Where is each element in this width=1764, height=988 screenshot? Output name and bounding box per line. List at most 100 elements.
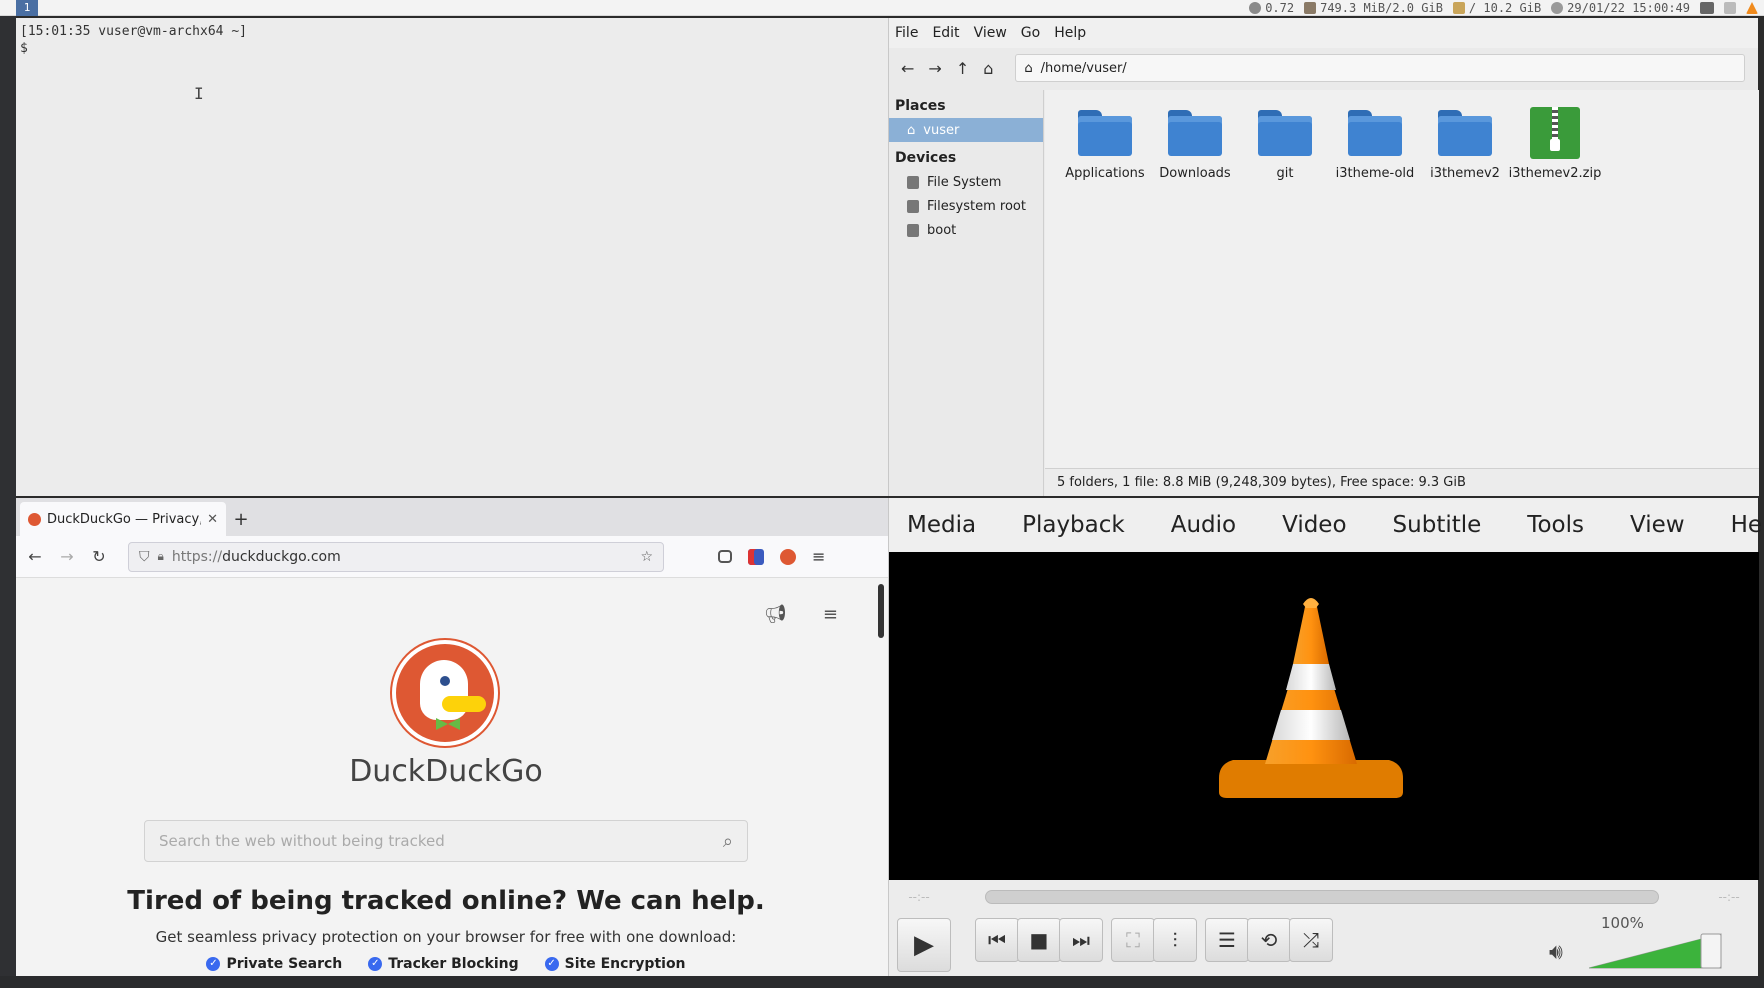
memory-value: 749.3 MiB/2.0 GiB (1320, 1, 1443, 15)
status-items: 0.72 749.3 MiB/2.0 GiB / 10.2 GiB 29/01/… (1249, 0, 1758, 16)
memory-icon (1304, 2, 1317, 14)
file-item-applications[interactable]: Applications (1055, 110, 1155, 181)
file-item-label: Applications (1065, 166, 1145, 181)
megaphone-icon[interactable]: 📢︎ (764, 604, 787, 625)
workspace-indicator[interactable]: 1 (16, 0, 38, 16)
vlc-menu-playback[interactable]: Playback (1022, 512, 1125, 538)
close-tab-icon[interactable]: ✕ (207, 512, 218, 527)
next-button[interactable]: ⏭ (1059, 918, 1103, 962)
terminal-window[interactable]: [15:01:35 vuser@vm-archx64 ~] $ I (16, 18, 888, 496)
url-host: duckduckgo.com (222, 548, 341, 565)
fullscreen-button[interactable]: ⛶ (1111, 918, 1155, 962)
network-icon[interactable] (1724, 2, 1736, 14)
folder-icon (1078, 110, 1132, 156)
video-area[interactable] (889, 552, 1759, 880)
archive-icon (1530, 107, 1580, 159)
fm-menu-go[interactable]: Go (1021, 25, 1040, 41)
file-item-downloads[interactable]: Downloads (1145, 110, 1245, 181)
drive-icon (907, 175, 919, 189)
volume-slider[interactable] (1589, 932, 1725, 972)
stop-button[interactable]: ■ (1017, 918, 1061, 962)
file-item-label: i3themev2.zip (1508, 166, 1602, 181)
file-item-label: git (1276, 166, 1294, 181)
fm-statusbar: 5 folders, 1 file: 8.8 MiB (9,248,309 by… (1045, 468, 1759, 496)
play-button[interactable]: ▶ (897, 918, 951, 972)
sidebar-item-filesystem-root[interactable]: Filesystem root (889, 194, 1043, 218)
vlc-menu-media[interactable]: Media (907, 512, 976, 538)
vlc-menu-tools[interactable]: Tools (1527, 512, 1584, 538)
search-input[interactable]: Search the web without being tracked ⌕ (144, 820, 748, 862)
loop-button[interactable]: ⟲ (1247, 918, 1291, 962)
home-icon: ⌂ (907, 122, 916, 138)
file-item-i3theme-old[interactable]: i3theme-old (1325, 110, 1425, 181)
back-arrow-icon[interactable]: ← (901, 59, 914, 78)
new-tab-button[interactable]: + (226, 502, 256, 536)
extension-icon[interactable] (780, 548, 796, 565)
desktop-gap (0, 16, 16, 978)
fm-menu-file[interactable]: File (895, 25, 918, 41)
pocket-icon[interactable] (718, 550, 732, 563)
search-icon[interactable]: ⌕ (723, 831, 733, 852)
folder-icon (1438, 110, 1492, 156)
shuffle-button[interactable]: ⤮ (1289, 918, 1333, 962)
feature-item: ✓ Site Encryption (544, 952, 686, 976)
vlc-menu-audio[interactable]: Audio (1171, 512, 1236, 538)
browser-window: DuckDuckGo — Privacy, ✕ + ← → ↻ ⛉ 🔒︎ htt… (16, 498, 888, 976)
fm-menu-edit[interactable]: Edit (932, 25, 959, 41)
file-item-i3themev2-zip[interactable]: i3themev2.zip (1505, 107, 1605, 181)
browser-content[interactable]: 📢︎ ≡ DuckDuckGo Search the web without b… (16, 578, 888, 976)
forward-arrow-icon[interactable]: → (928, 59, 941, 78)
sidebar-item-file-system[interactable]: File System (889, 170, 1043, 194)
reload-icon[interactable]: ↻ (90, 547, 108, 566)
vlc-tray-icon[interactable] (1746, 2, 1758, 14)
file-item-git[interactable]: git (1235, 110, 1335, 181)
browser-tab[interactable]: DuckDuckGo — Privacy, ✕ (20, 502, 226, 536)
sidebar-item-vuser[interactable]: ⌂ vuser (889, 118, 1043, 142)
shield-icon[interactable]: ⛉ (139, 549, 150, 565)
page-scrollbar[interactable] (878, 584, 884, 638)
seek-slider[interactable] (985, 890, 1659, 904)
terminal-input[interactable]: $ (20, 41, 884, 58)
fm-menu-view[interactable]: View (974, 25, 1007, 41)
vlc-menu-video[interactable]: Video (1282, 512, 1346, 538)
fm-file-view[interactable]: Applications Downloads git i3theme-old i… (1045, 90, 1759, 468)
devices-heading: Devices (895, 150, 957, 166)
home-icon[interactable]: ⌂ (983, 59, 993, 78)
menu-hamburger-icon[interactable]: ≡ (812, 547, 825, 566)
browser-navbar: ← → ↻ ⛉ 🔒︎ https://duckduckgo.com ☆ ≡ (16, 536, 888, 578)
bookmark-star-icon[interactable]: ☆ (640, 549, 653, 565)
file-manager-window: File Edit View Go Help ← → ↑ ⌂ ⌂ /home/v… (888, 18, 1759, 496)
up-arrow-icon[interactable]: ↑ (956, 59, 969, 78)
vlc-menu-view[interactable]: View (1630, 512, 1685, 538)
fm-sidebar: Places ⌂ vuser Devices File System Files… (889, 90, 1044, 496)
vlc-window: Media Playback Audio Video Subtitle Tool… (888, 498, 1764, 976)
file-item-label: Downloads (1159, 166, 1231, 181)
menu-hamburger-icon[interactable]: ≡ (823, 604, 838, 625)
back-arrow-icon[interactable]: ← (26, 547, 44, 566)
clock-icon (1551, 2, 1564, 14)
monitor-icon[interactable] (1700, 2, 1714, 14)
extension-icon[interactable] (748, 548, 764, 565)
clock-status: 29/01/22 15:00:49 (1551, 1, 1690, 15)
url-bar[interactable]: ⛉ 🔒︎ https://duckduckgo.com ☆ (128, 541, 664, 572)
sidebar-item-boot[interactable]: boot (889, 218, 1043, 242)
vlc-menu-subtitle[interactable]: Subtitle (1393, 512, 1482, 538)
extended-settings-button[interactable]: ⫶ (1153, 918, 1197, 962)
ddg-top-tools: 📢︎ ≡ (764, 604, 838, 625)
fm-menu-help[interactable]: Help (1054, 25, 1086, 41)
playlist-button[interactable]: ☰ (1205, 918, 1249, 962)
forward-arrow-icon[interactable]: → (58, 547, 76, 566)
duckduckgo-favicon-icon (28, 512, 41, 526)
file-item-i3themev2[interactable]: i3themev2 (1415, 110, 1515, 181)
file-item-label: i3themev2 (1430, 166, 1500, 181)
page-headline: Tired of being tracked online? We can he… (127, 886, 765, 916)
sidebar-item-label: Filesystem root (927, 198, 1026, 214)
previous-button[interactable]: ⏮ (975, 918, 1019, 962)
feature-list: ✓ Private Search ✓ Tracker Blocking ✓ Site … (16, 952, 876, 976)
location-bar[interactable]: ⌂ /home/vuser/ (1015, 54, 1746, 82)
checkmark-icon: ✓ (544, 957, 559, 971)
feature-label: Site Encryption (564, 956, 686, 972)
speaker-icon[interactable]: 🔊︎ (1549, 940, 1563, 965)
lock-icon[interactable]: 🔒︎ (158, 549, 164, 564)
brand-name: DuckDuckGo (349, 754, 543, 789)
